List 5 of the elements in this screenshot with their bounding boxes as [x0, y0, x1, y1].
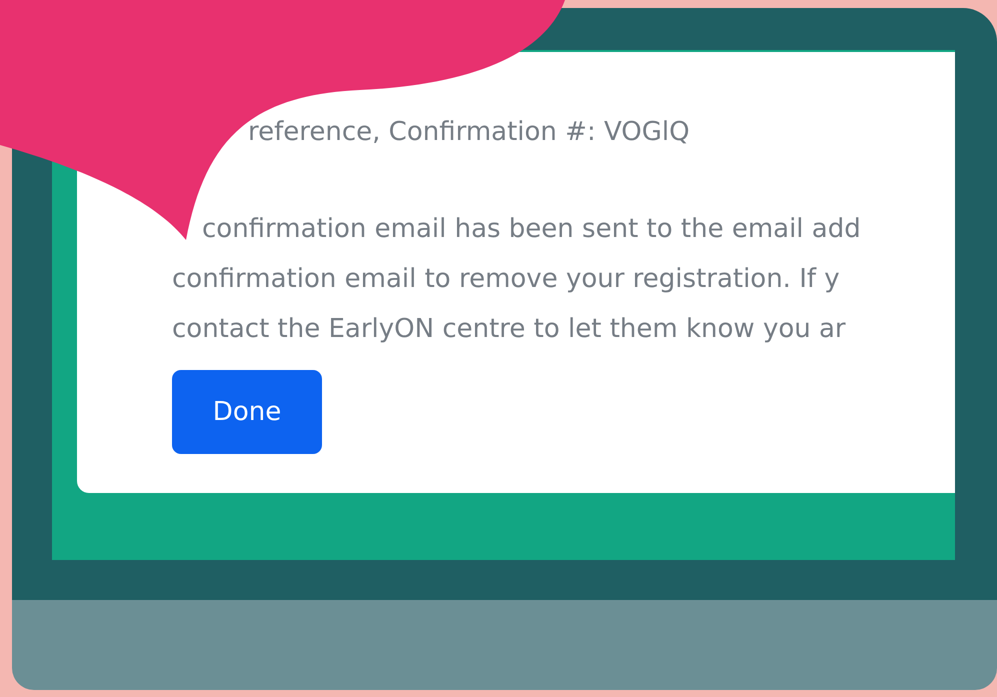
- message-text-line: confirmation email has been sent to the email add: [202, 214, 861, 244]
- message-text-line: confirmation email to remove your registration. If y: [172, 264, 840, 294]
- message-text-line: contact the EarlyON centre to let them know you ar: [172, 314, 846, 344]
- done-button[interactable]: Done: [172, 370, 322, 454]
- confirmation-number-text: reference, Confirmation #: VOGlQ: [247, 116, 691, 149]
